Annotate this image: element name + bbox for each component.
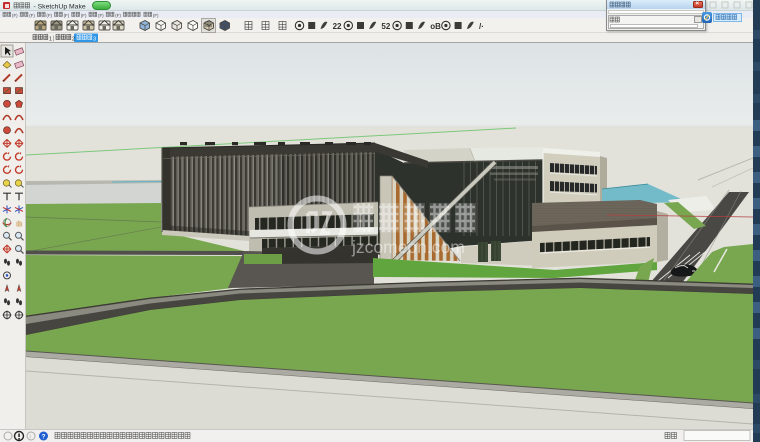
svg-text:/·: /· xyxy=(479,22,484,31)
svg-text:22: 22 xyxy=(333,22,342,31)
svg-text:jzcomeon.com: jzcomeon.com xyxy=(351,237,465,257)
svg-text:- SketchUp Make: - SketchUp Make xyxy=(34,4,86,11)
svg-text:2: 2 xyxy=(72,37,75,43)
svg-text:|: | xyxy=(53,36,55,42)
svg-text:3: 3 xyxy=(93,37,96,43)
svg-text:?: ? xyxy=(42,434,46,441)
svg-text:i: i xyxy=(30,435,31,441)
svg-text:oB: oB xyxy=(430,22,441,31)
svg-text:52: 52 xyxy=(381,22,390,31)
